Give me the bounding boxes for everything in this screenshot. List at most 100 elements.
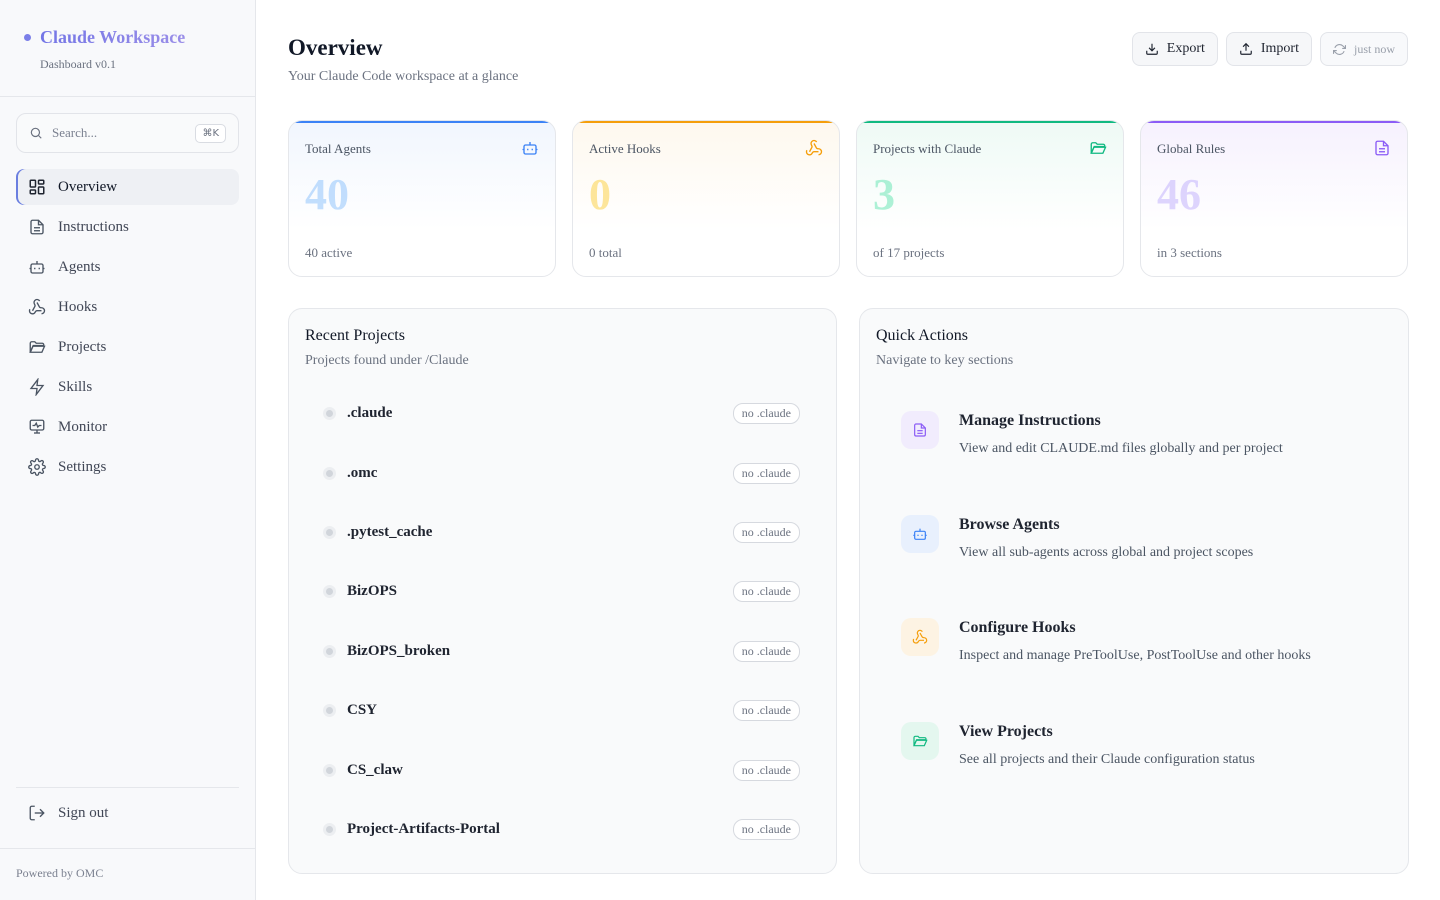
monitor-icon (29, 419, 45, 434)
sidebar-item-settings[interactable]: Settings (16, 449, 239, 485)
quick-action-desc: See all projects and their Claude config… (959, 751, 1255, 767)
stat-card-total-agents[interactable]: Total Agents 40 40 active (288, 120, 556, 277)
stat-card-active-hooks[interactable]: Active Hooks 0 0 total (572, 120, 840, 277)
sidebar-item-overview[interactable]: Overview (16, 169, 239, 205)
status-badge: no .claude (732, 640, 800, 662)
sidebar-item-label: Monitor (58, 418, 108, 435)
status-dot-icon (323, 763, 336, 777)
sidebar-item-label: Instructions (58, 218, 129, 235)
search-input[interactable]: Search... ⌘K (16, 113, 239, 153)
sidebar-divider (0, 96, 256, 97)
status-badge: no .claude (732, 403, 800, 425)
status-dot-icon (323, 704, 336, 718)
list-item[interactable]: Project-Artifacts-Portal no .claude (305, 800, 820, 859)
quick-action-title: Manage Instructions (959, 412, 1101, 429)
import-button[interactable]: Import (1225, 32, 1312, 66)
search-placeholder: Search... (52, 125, 98, 140)
grid-icon (29, 179, 45, 195)
sidebar-divider (0, 848, 256, 849)
quick-action-icon-box (901, 411, 939, 449)
quick-action-icon-box (901, 618, 939, 657)
quick-action-browse-agents[interactable]: Browse Agents View all sub-agents across… (876, 501, 1392, 605)
quick-action-view-projects[interactable]: View Projects See all projects and their… (876, 708, 1392, 812)
stat-foot: of 17 projects (873, 245, 945, 260)
robot-icon (522, 142, 538, 155)
list-item[interactable]: .pytest_cache no .claude (305, 503, 820, 562)
stat-accent-bar (1141, 121, 1407, 123)
panel-subtitle: Projects found under /Claude (305, 353, 469, 368)
list-item[interactable]: CSY no .claude (305, 681, 820, 740)
gear-icon (28, 458, 46, 476)
stat-value: 0 (589, 170, 611, 219)
panel-title: Recent Projects (305, 327, 405, 344)
stat-foot: in 3 sections (1157, 245, 1222, 260)
status-badge: no .claude (732, 700, 800, 722)
sidebar-item-label: Agents (58, 258, 101, 275)
stat-label: Active Hooks (589, 141, 661, 156)
powered-by: Powered by OMC (16, 866, 104, 880)
sidebar-item-hooks[interactable]: Hooks (16, 289, 239, 325)
sidebar-item-label: Skills (58, 378, 93, 395)
header-actions: Export Import just now (1131, 32, 1408, 66)
quick-action-manage-instructions[interactable]: Manage Instructions View and edit CLAUDE… (876, 397, 1392, 501)
list-item[interactable]: .omc no .claude (305, 443, 820, 502)
app-title-text: Claude Workspace (40, 27, 186, 47)
page-subtitle: Your Claude Code workspace at a glance (288, 69, 519, 84)
quick-action-configure-hooks[interactable]: Configure Hooks Inspect and manage PreTo… (876, 604, 1392, 708)
quick-action-title: Browse Agents (959, 515, 1060, 533)
upload-icon (1240, 42, 1252, 55)
status-dot-icon (323, 407, 336, 421)
webhook-icon (912, 629, 928, 644)
status-badge: no .claude (732, 521, 800, 543)
quick-action-list: Manage Instructions View and edit CLAUDE… (876, 397, 1392, 811)
sidebar: Claude Workspace Dashboard v0.1 Search..… (0, 0, 256, 900)
stat-value: 40 (305, 170, 349, 219)
sidebar-item-projects[interactable]: Projects (16, 329, 239, 365)
status-dot-icon (323, 822, 336, 836)
sidebar-item-monitor[interactable]: Monitor (16, 409, 239, 445)
search-icon (30, 127, 42, 139)
sidebar-item-label: Projects (58, 338, 107, 355)
sidebar-item-skills[interactable]: Skills (16, 369, 239, 405)
stat-card-projects-with-claude[interactable]: Projects with Claude 3 of 17 projects (856, 120, 1124, 277)
project-name: BizOPS_broken (347, 642, 451, 659)
stat-accent-bar (573, 121, 839, 123)
list-item[interactable]: BizOPS no .claude (305, 562, 820, 621)
stat-value: 3 (873, 170, 895, 219)
sidebar-item-label: Overview (58, 178, 118, 195)
list-item[interactable]: CS_claw no .claude (305, 740, 820, 799)
list-item[interactable]: .claude no .claude (305, 384, 820, 443)
sidebar-item-instructions[interactable]: Instructions (16, 209, 239, 245)
lightning-icon (29, 378, 45, 396)
webhook-icon (28, 298, 46, 315)
status-badge: no .claude (732, 759, 800, 781)
brand: Claude Workspace Dashboard v0.1 (24, 27, 185, 72)
robot-icon (913, 528, 927, 540)
sidebar-item-agents[interactable]: Agents (16, 249, 239, 285)
stat-accent-bar (857, 121, 1123, 123)
status-badge: no .claude (732, 581, 800, 603)
quick-action-title: Configure Hooks (959, 619, 1076, 637)
status-dot-icon (323, 585, 336, 599)
document-icon (1375, 140, 1389, 156)
folder-icon (913, 735, 928, 747)
stat-card-global-rules[interactable]: Global Rules 46 in 3 sections (1140, 120, 1408, 277)
project-name: .pytest_cache (347, 523, 433, 540)
app-title[interactable]: Claude Workspace (24, 27, 185, 48)
quick-action-desc: View all sub-agents across global and pr… (959, 544, 1254, 560)
status-dot-icon (323, 525, 336, 539)
quick-action-icon-box (901, 721, 939, 760)
brand-dot-icon (24, 34, 31, 41)
status-badge: no .claude (732, 462, 800, 484)
stat-accent-bar (289, 121, 555, 123)
list-item[interactable]: BizOPS_broken no .claude (305, 622, 820, 681)
export-button[interactable]: Export (1131, 32, 1218, 66)
refresh-button[interactable]: just now (1319, 32, 1408, 66)
quick-action-desc: View and edit CLAUDE.md files globally a… (959, 441, 1283, 456)
sign-out-button[interactable]: Sign out (16, 795, 239, 831)
page-title: Overview (288, 35, 383, 60)
sidebar-divider (16, 787, 239, 788)
project-name: .claude (347, 405, 393, 422)
project-name: CS_claw (347, 761, 403, 778)
project-name: .omc (347, 464, 378, 481)
